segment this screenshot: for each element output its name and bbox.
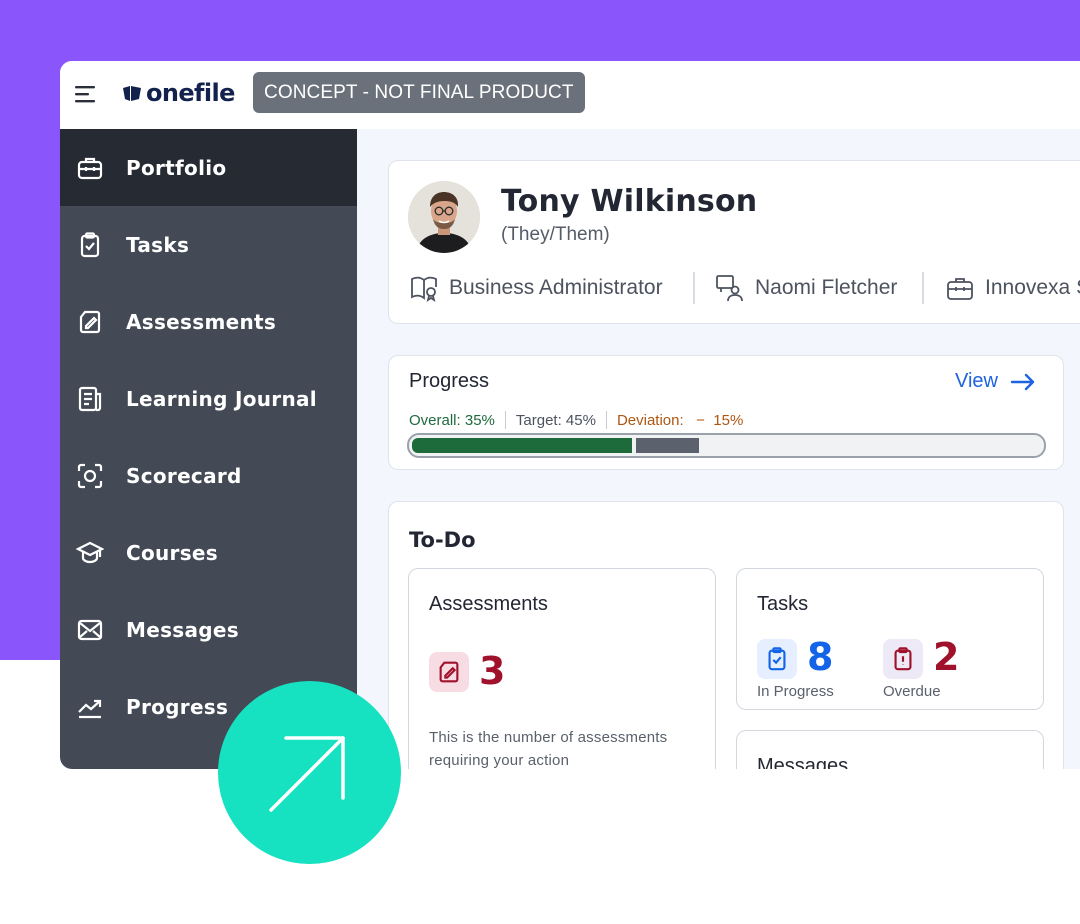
assessments-description: This is the number of assessments requir…: [429, 729, 668, 769]
assessments-card-title: Assessments: [429, 593, 548, 615]
briefcase-icon: [77, 157, 103, 179]
progress-title: Progress: [409, 370, 490, 392]
overdue-icon-box: [883, 639, 923, 679]
sidebar-item-label: Learning Journal: [126, 386, 317, 411]
journal-icon: [78, 386, 102, 411]
meta-divider: [922, 272, 924, 304]
assessment-edit-icon: [439, 661, 459, 683]
top-bar: onefile CONCEPT - NOT FINAL PRODUCT: [60, 61, 1080, 129]
overall-value: 35%: [464, 411, 495, 429]
assessment-edit-icon: [79, 310, 101, 333]
sidebar-item-label: Scorecard: [126, 463, 242, 488]
logo-mark-icon: [123, 86, 141, 101]
progress-bar-overall: [412, 438, 632, 453]
deviation-value: 15%: [713, 411, 744, 429]
deviation-label: Deviation:: [616, 411, 684, 429]
messages-card-title: Messages: [757, 755, 849, 769]
sidebar-item-messages[interactable]: Messages: [60, 591, 357, 668]
progress-stats: Overall: 35% Target: 45% Deviation: − 15…: [409, 411, 743, 429]
in-progress-icon-box: [757, 639, 797, 679]
sidebar-item-label: Portfolio: [126, 155, 227, 180]
app-window: onefile CONCEPT - NOT FINAL PRODUCT Port…: [60, 61, 1080, 769]
clipboard-check-icon: [80, 231, 100, 257]
profile-card: Tony Wilkinson (They/Them) Business Admi…: [388, 160, 1080, 324]
sidebar-item-portfolio[interactable]: Portfolio: [60, 129, 357, 206]
tasks-card-title: Tasks: [757, 593, 809, 615]
sidebar-item-label: Messages: [126, 617, 239, 642]
onefile-logo[interactable]: onefile: [122, 78, 235, 108]
progress-bar: [407, 433, 1046, 458]
arrow-right-icon: [1010, 373, 1035, 390]
in-progress-label: In Progress: [757, 683, 834, 700]
qualification-meta: Business Administrator: [409, 271, 663, 305]
assessor-presenter-icon: [716, 275, 743, 302]
clipboard-alert-icon: [894, 647, 912, 671]
meta-divider: [693, 272, 695, 304]
sidebar-item-label: Assessments: [126, 309, 277, 334]
sidebar-item-learning-journal[interactable]: Learning Journal: [60, 360, 357, 437]
in-progress-count: 8: [807, 635, 834, 679]
sidebar-item-assessments[interactable]: Assessments: [60, 283, 357, 360]
stat-divider: [504, 411, 506, 429]
sidebar-item-label: Courses: [126, 540, 218, 565]
assessor-meta: Naomi Fletcher: [715, 271, 897, 305]
sidebar-item-label: Progress: [126, 694, 229, 719]
todo-card: To-Do Assessments 3 This is the number o…: [388, 501, 1064, 769]
progress-card: Progress View Overall: 35% Target: 45% D…: [388, 355, 1064, 470]
assessor-name: Naomi Fletcher: [755, 276, 898, 299]
logo-text: onefile: [146, 79, 235, 107]
overall-label: Overall:: [409, 411, 461, 429]
target-label: Target:: [515, 411, 562, 429]
scorecard-icon: [77, 463, 103, 488]
arrow-up-right-icon: [269, 736, 345, 812]
view-link-label: View: [955, 370, 998, 392]
learner-name: Tony Wilkinson: [501, 184, 758, 219]
sidebar-item-scorecard[interactable]: Scorecard: [60, 437, 357, 514]
target-value: 45%: [565, 411, 596, 429]
sidebar-item-label: Tasks: [126, 232, 190, 257]
view-progress-link[interactable]: View: [955, 370, 1036, 393]
qualification-text: Business Administrator: [449, 276, 663, 299]
employer-meta: Innovexa S: [945, 271, 1080, 305]
todo-messages-card[interactable]: Messages: [736, 730, 1044, 769]
todo-tasks-card[interactable]: Tasks 8 In Progress 2 Overdue: [736, 568, 1044, 710]
book-badge-icon: [411, 276, 437, 303]
hamburger-menu-icon[interactable]: [75, 85, 97, 103]
sidebar-item-tasks[interactable]: Tasks: [60, 206, 357, 283]
overdue-label: Overdue: [883, 683, 941, 700]
todo-title: To-Do: [409, 528, 476, 552]
deviation-sign: −: [696, 411, 705, 429]
overdue-count: 2: [933, 635, 960, 679]
trend-up-icon: [78, 699, 102, 718]
assessments-count: 3: [479, 649, 506, 693]
graduation-cap-icon: [76, 541, 104, 563]
assessment-icon-box: [429, 652, 469, 692]
sidebar: Portfolio Tasks Assessments Learning Jou…: [60, 129, 357, 769]
open-arrow-button[interactable]: [218, 681, 401, 864]
briefcase-icon: [947, 278, 973, 300]
learner-pronouns: (They/Them): [501, 224, 610, 245]
envelope-icon: [77, 619, 103, 640]
sidebar-item-courses[interactable]: Courses: [60, 514, 357, 591]
concept-badge: CONCEPT - NOT FINAL PRODUCT: [253, 72, 585, 113]
progress-bar-target: [636, 438, 699, 453]
avatar[interactable]: [408, 181, 480, 253]
stat-divider: [605, 411, 607, 429]
clipboard-check-icon: [768, 647, 786, 671]
avatar-portrait-icon: [408, 181, 480, 253]
todo-assessments-card[interactable]: Assessments 3 This is the number of asse…: [408, 568, 716, 769]
employer-name: Innovexa S: [985, 276, 1080, 299]
